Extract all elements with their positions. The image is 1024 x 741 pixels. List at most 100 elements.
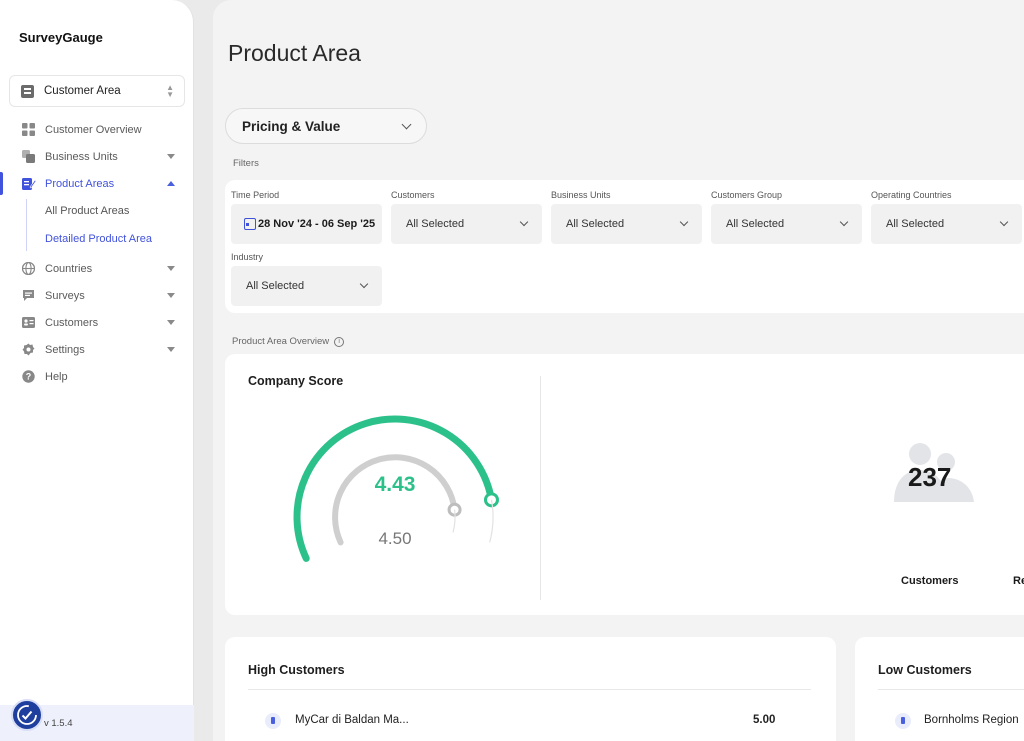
- sidebar-item-business-units[interactable]: Business Units: [0, 143, 194, 170]
- benchmark-value: 4.50: [378, 529, 411, 548]
- customer-score: 5.00: [753, 714, 776, 726]
- filter-label: Business Units: [551, 190, 611, 200]
- sidebar-subitem-detailed-product-area[interactable]: Detailed Product Area: [45, 225, 194, 253]
- select-value: All Selected: [406, 218, 465, 230]
- sidebar-item-label: Customer Overview: [45, 123, 142, 136]
- filter-time-period: Time Period 28 Nov '24 - 06 Sep '25: [231, 190, 382, 244]
- overview-section-label: Product Area Overview i: [232, 336, 345, 347]
- sidebar-item-settings[interactable]: Settings: [0, 336, 194, 363]
- filters-card: Time Period 28 Nov '24 - 06 Sep '25 Cust…: [225, 180, 1024, 313]
- svg-text:?: ?: [26, 372, 32, 382]
- layers-icon: [22, 150, 35, 163]
- date-range-value: 28 Nov '24 - 06 Sep '25: [258, 218, 376, 230]
- contact-icon: [22, 316, 35, 329]
- sidebar-item-customers[interactable]: Customers: [0, 309, 194, 336]
- grid-icon: [22, 123, 35, 136]
- sidebar: SurveyGauge Customer Area ▲ ▼ Customer Ov…: [0, 0, 194, 741]
- sidebar-item-label: Settings: [45, 343, 85, 356]
- industry-select[interactable]: All Selected: [231, 266, 382, 306]
- chevron-down-icon: [401, 119, 412, 130]
- divider: [248, 689, 811, 690]
- product-areas-submenu: All Product Areas Detailed Product Area: [0, 197, 194, 253]
- filter-customers: Customers All Selected: [391, 190, 542, 244]
- low-customers-title: Low Customers: [878, 663, 972, 677]
- org-switcher-label: Customer Area: [44, 85, 121, 97]
- edit-icon: [22, 177, 37, 190]
- customer-name: Bornholms Region: [924, 714, 1019, 726]
- sidebar-item-countries[interactable]: Countries: [0, 255, 194, 282]
- sidebar-nav: Customer Overview Business Units Product…: [0, 116, 194, 390]
- overview-divider: [540, 376, 541, 600]
- sidebar-item-label: Product Areas: [45, 177, 115, 190]
- sidebar-item-customer-overview[interactable]: Customer Overview: [0, 116, 194, 143]
- select-value: All Selected: [246, 280, 305, 292]
- chevron-down-icon: [839, 217, 849, 227]
- customer-name: MyCar di Baldan Ma...: [295, 714, 409, 726]
- chat-icon: [22, 289, 35, 302]
- updown-chevron-icon: ▲ ▼: [166, 83, 174, 99]
- customers-group-select[interactable]: All Selected: [711, 204, 862, 244]
- sidebar-item-surveys[interactable]: Surveys: [0, 282, 194, 309]
- sidebar-item-label: Business Units: [45, 150, 118, 163]
- caret-up-icon: [167, 181, 175, 186]
- customers-select[interactable]: All Selected: [391, 204, 542, 244]
- filter-label: Operating Countries: [871, 190, 952, 200]
- date-range-picker[interactable]: 28 Nov '24 - 06 Sep '25: [231, 204, 382, 244]
- contact-card-icon: [21, 84, 34, 98]
- chevron-down-icon: [999, 217, 1009, 227]
- filter-operating-countries: Operating Countries All Selected: [871, 190, 1022, 244]
- globe-icon: [21, 261, 36, 276]
- bookmark-icon: [895, 713, 911, 729]
- customers-count-label: Customers: [901, 575, 959, 587]
- filter-label: Time Period: [231, 190, 280, 200]
- high-customers-title: High Customers: [248, 663, 345, 677]
- filter-industry: Industry All Selected: [231, 252, 382, 306]
- org-switcher[interactable]: Customer Area ▲ ▼: [9, 75, 185, 107]
- app-version: v 1.5.4: [44, 717, 73, 729]
- bookmark-icon: [265, 713, 281, 729]
- second-stat-label: Re: [1013, 575, 1024, 587]
- score-value: 4.43: [375, 473, 416, 496]
- accessibility-button[interactable]: [11, 699, 43, 731]
- sidebar-item-label: Help: [45, 370, 68, 383]
- filter-label: Customers: [391, 190, 435, 200]
- filter-label: Industry: [231, 252, 264, 262]
- chevron-down-icon: [519, 217, 529, 227]
- filter-customers-group: Customers Group All Selected: [711, 190, 862, 244]
- sidebar-item-label: Countries: [45, 262, 93, 275]
- sidebar-item-label: Customers: [45, 316, 99, 329]
- chevron-down-icon: [679, 217, 689, 227]
- caret-down-icon: [167, 293, 175, 298]
- sidebar-subitem-all-product-areas[interactable]: All Product Areas: [45, 197, 194, 225]
- sidebar-item-label: Surveys: [45, 289, 85, 302]
- chevron-down-icon: [359, 279, 369, 289]
- company-score-title: Company Score: [248, 374, 344, 388]
- overview-label-text: Product Area Overview: [232, 336, 330, 347]
- calendar-icon: [244, 218, 256, 230]
- gear-icon: [22, 343, 35, 356]
- operating-countries-select[interactable]: All Selected: [871, 204, 1022, 244]
- topic-dropdown[interactable]: Pricing & Value: [225, 108, 427, 144]
- caret-down-icon: [167, 320, 175, 325]
- caret-down-icon: [167, 154, 175, 159]
- filters-section-label: Filters: [233, 158, 259, 169]
- caret-down-icon: [167, 347, 175, 352]
- select-value: All Selected: [566, 218, 625, 230]
- topic-dropdown-value: Pricing & Value: [242, 118, 341, 134]
- info-icon[interactable]: i: [334, 336, 345, 347]
- business-units-select[interactable]: All Selected: [551, 204, 702, 244]
- sidebar-item-product-areas[interactable]: Product Areas: [0, 170, 194, 197]
- help-icon: ?: [22, 370, 35, 383]
- sidebar-item-help[interactable]: ? Help: [0, 363, 194, 390]
- brand-logo: SurveyGauge: [19, 30, 103, 45]
- company-score-gauge: 4.43 4.50: [293, 415, 499, 562]
- filter-label: Customers Group: [711, 190, 783, 200]
- low-customers-card: Low Customers Bornholms Region: [855, 637, 1024, 741]
- accessibility-icon: [17, 705, 37, 725]
- caret-down-icon: [167, 266, 175, 271]
- divider: [878, 689, 1024, 690]
- page-title: Product Area: [228, 40, 361, 66]
- high-customers-card: High Customers MyCar di Baldan Ma... 5.0…: [225, 637, 836, 741]
- customers-count: 237: [908, 462, 952, 492]
- select-value: All Selected: [726, 218, 785, 230]
